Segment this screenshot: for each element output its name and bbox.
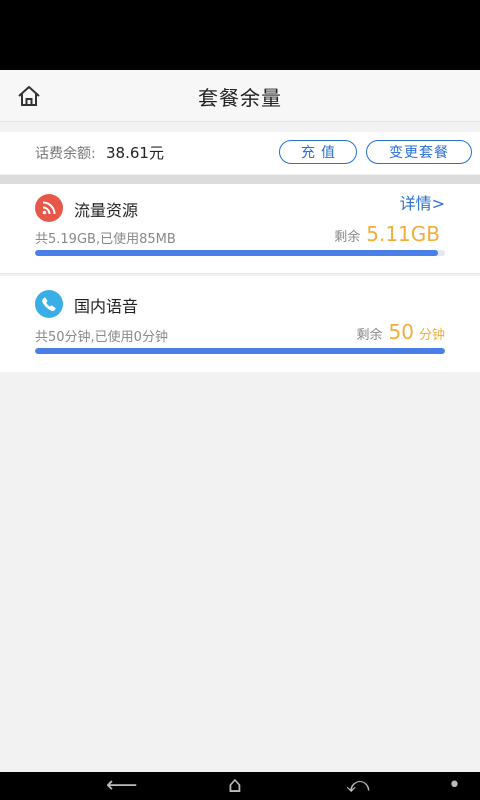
voice-remain-unit: 分钟 <box>418 328 445 343</box>
voice-remaining: 剩余 50 分钟 <box>357 320 445 344</box>
data-remaining: 剩余 5.11GB <box>334 222 445 246</box>
back-icon[interactable]: ⟵ <box>106 774 138 798</box>
data-icon-badge <box>35 194 63 222</box>
detail-link[interactable]: 详情> <box>400 190 445 214</box>
voice-progress-bar <box>35 348 445 354</box>
data-remain-label: 剩余 <box>334 230 361 245</box>
phone-icon <box>42 297 56 312</box>
voice-usage-text: 共50分钟,已使用0分钟 <box>35 330 168 345</box>
data-usage-text: 共5.19GB,已使用85MB <box>35 232 176 247</box>
system-nav-bar: ⟵ ⌂ ⤺ • <box>0 772 480 800</box>
voice-remain-amount: 50 <box>388 320 414 344</box>
data-card-title: 流量资源 <box>74 201 139 220</box>
balance-label: 话费余额: <box>35 146 96 162</box>
recents-icon[interactable]: ⤺ <box>346 774 370 798</box>
data-progress-fill <box>35 250 439 256</box>
page-title: 套餐余量 <box>198 86 282 110</box>
voice-remain-label: 剩余 <box>356 328 383 343</box>
data-remain-amount: 5.11GB <box>366 222 440 246</box>
rss-icon <box>42 201 56 215</box>
data-usage-card: 流量资源 详情> 共5.19GB,已使用85MB 剩余 5.11GB <box>0 184 480 274</box>
menu-dot-icon[interactable]: • <box>448 774 461 798</box>
change-plan-button[interactable]: 变更套餐 <box>366 140 472 164</box>
balance-row: 话费余额: 38.61元 充值 变更套餐 <box>0 132 480 174</box>
data-progress-bar <box>35 250 445 256</box>
voice-usage-card: 国内语音 共50分钟,已使用0分钟 剩余 50 分钟 <box>0 276 480 372</box>
status-bar <box>0 0 480 70</box>
voice-icon-badge <box>35 290 63 318</box>
section-divider <box>0 175 480 184</box>
voice-progress-fill <box>35 348 445 354</box>
home-nav-icon[interactable]: ⌂ <box>228 774 242 798</box>
balance-value: 38.61元 <box>106 144 164 162</box>
voice-card-title: 国内语音 <box>74 297 139 316</box>
app-header: 套餐余量 <box>0 70 480 122</box>
recharge-button[interactable]: 充值 <box>279 140 357 164</box>
